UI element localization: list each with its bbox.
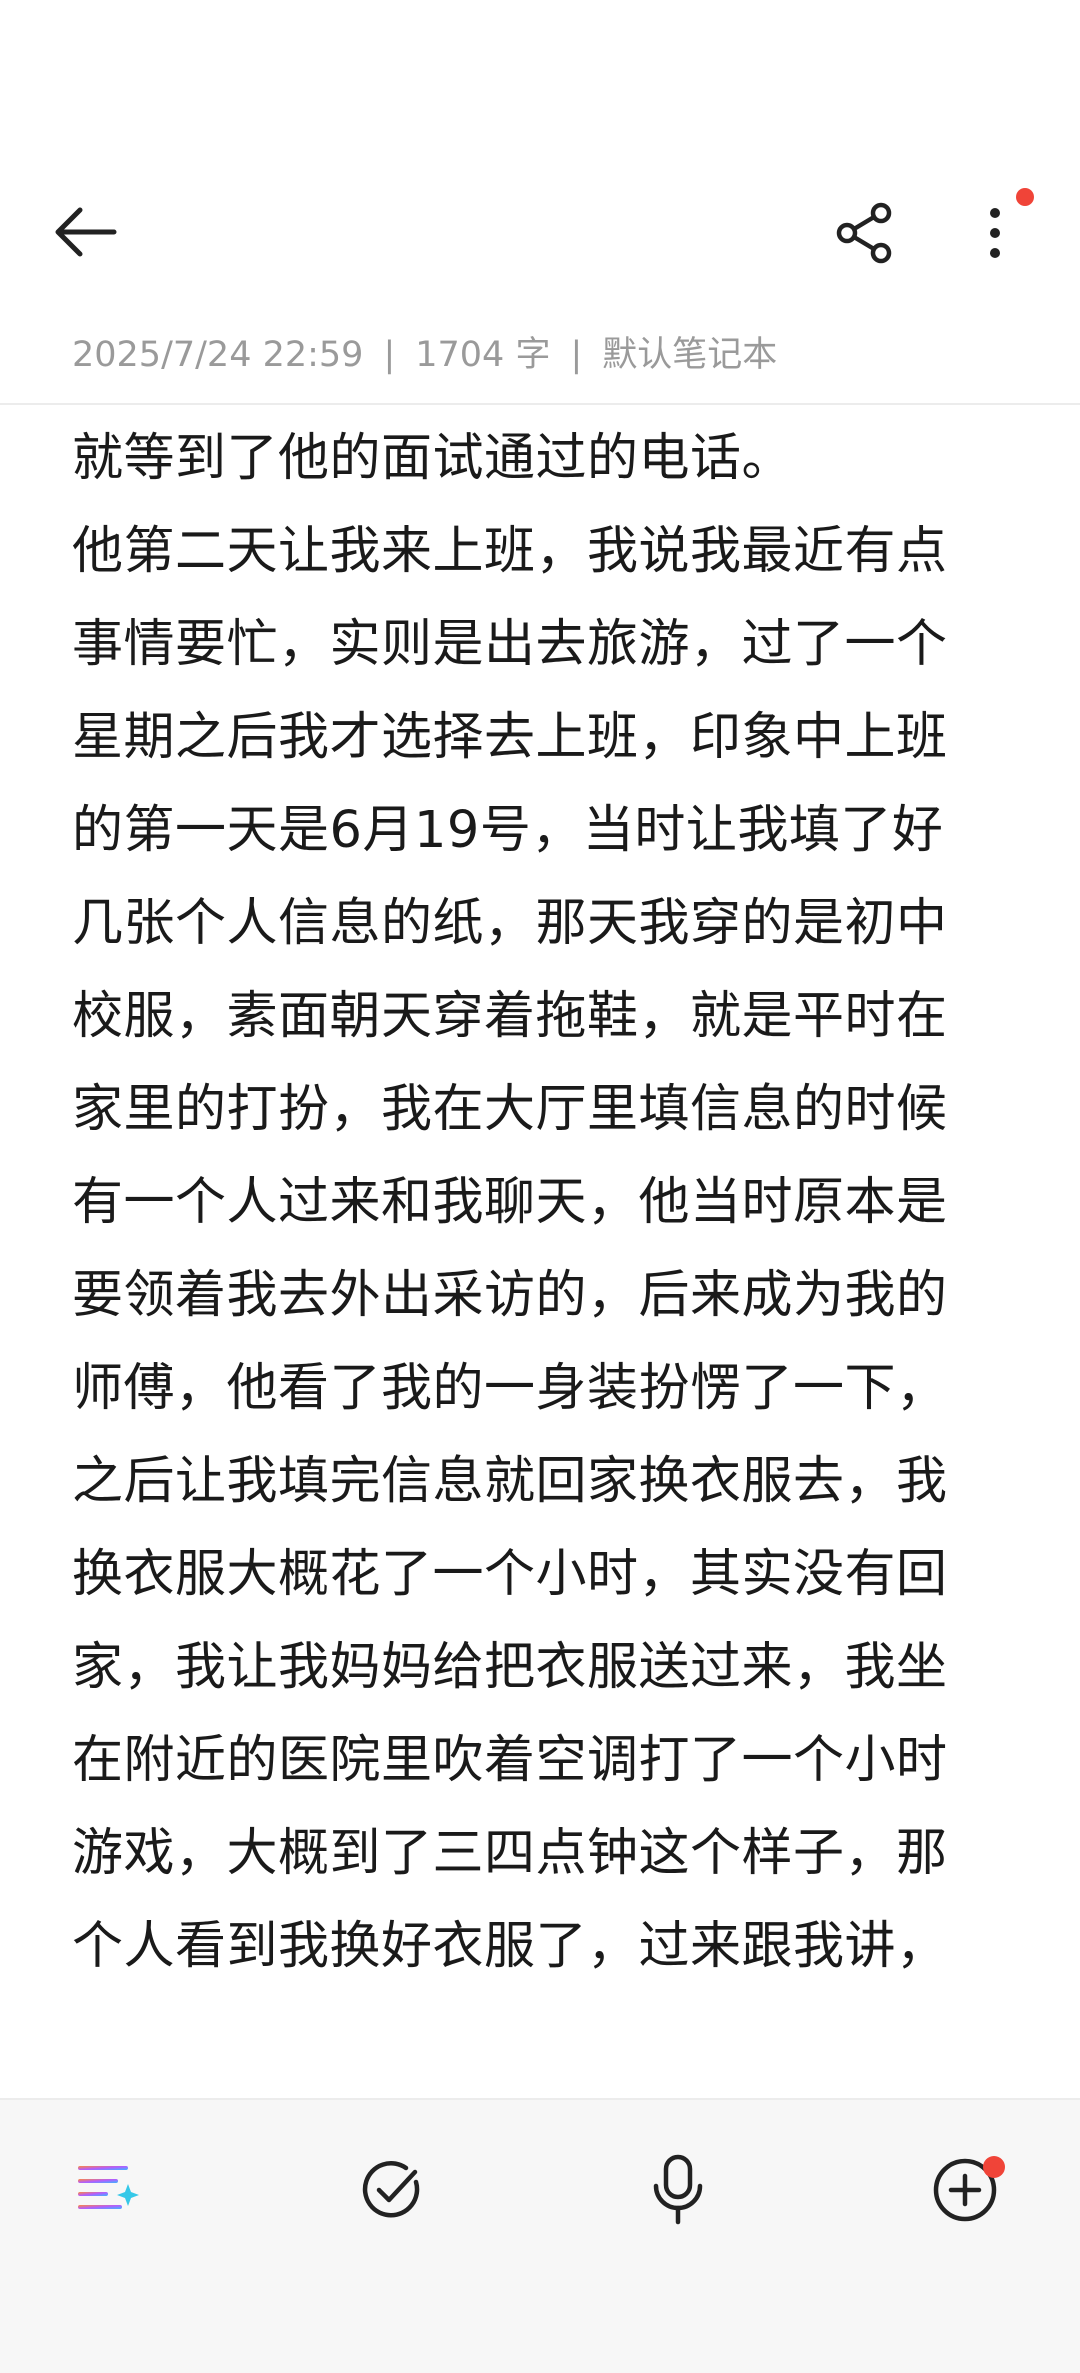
share-button[interactable] (820, 188, 910, 278)
top-app-bar (0, 180, 1080, 280)
note-line: 事情要忙，实则是出去旅游，过了一个 (72, 615, 948, 674)
notification-badge (983, 2156, 1005, 2178)
arrow-left-icon (55, 207, 117, 257)
bottom-toolbar (0, 2098, 1080, 2373)
note-line: 星期之后我才选择去上班，印象中上班 (72, 708, 948, 767)
more-options-button[interactable] (950, 188, 1040, 278)
note-line: 校服，素面朝天穿着拖鞋，就是平时在 (72, 987, 948, 1046)
note-word-count: 1704 字 (415, 335, 551, 375)
note-line: 家，我让我妈妈给把衣服送过来，我坐 (72, 1638, 948, 1697)
note-line: 几张个人信息的纸，那天我穿的是初中 (72, 894, 948, 953)
share-icon (836, 202, 892, 264)
note-line: 在附近的医院里吹着空调打了一个小时 (72, 1731, 948, 1790)
ai-sparkle-list-icon (78, 2166, 139, 2209)
note-line: 个人看到我换好衣服了，过来跟我讲， (72, 1917, 948, 1976)
note-detail-screen: 2025/7/24 22:59 | 1704 字 | 默认笔记本 就等到了他的面试通过的… (0, 0, 1080, 2373)
note-body[interactable]: 就等到了他的面试通过的电话。 他第二天让我来上班，我说我最近有点 事情要忙，实则… (72, 412, 1022, 1993)
add-button[interactable] (915, 2140, 1015, 2240)
note-line: 家里的打扮，我在大厅里填信息的时候 (72, 1080, 948, 1139)
notification-badge (1016, 188, 1034, 206)
note-meta: 2025/7/24 22:59 | 1704 字 | 默认笔记本 (72, 330, 777, 380)
note-line: 的第一天是6月19号，当时让我填了好 (72, 801, 944, 860)
voice-input-button[interactable] (628, 2140, 728, 2240)
note-line: 他第二天让我来上班，我说我最近有点 (72, 522, 948, 581)
note-line: 就等到了他的面试通过的电话。 (72, 429, 794, 488)
microphone-icon (653, 2154, 703, 2225)
check-circle-icon (362, 2161, 420, 2218)
back-button[interactable] (40, 192, 130, 272)
note-line: 有一个人过来和我聊天，他当时原本是 (72, 1173, 948, 1232)
meta-separator: | (570, 335, 583, 375)
note-notebook[interactable]: 默认笔记本 (602, 335, 777, 375)
ai-format-button[interactable] (58, 2140, 158, 2240)
note-line: 之后让我填完信息就回家换衣服去，我 (72, 1452, 948, 1511)
note-line: 师傅，他看了我的一身装扮愣了一下， (72, 1359, 948, 1418)
checklist-button[interactable] (342, 2140, 442, 2240)
note-date: 2025/7/24 22:59 (72, 335, 364, 375)
note-line: 要领着我去外出采访的，后来成为我的 (72, 1266, 948, 1325)
note-line: 换衣服大概花了一个小时，其实没有回 (72, 1545, 948, 1604)
header-divider (0, 403, 1080, 405)
more-vertical-icon (990, 208, 1000, 258)
meta-separator: | (383, 335, 396, 375)
note-line: 游戏，大概到了三四点钟这个样子，那 (72, 1824, 948, 1883)
